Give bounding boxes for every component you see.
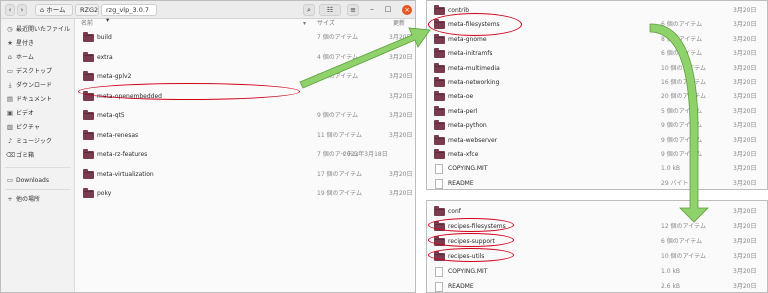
arrow-to-meta-openembedded xyxy=(299,27,431,89)
arrow-to-meta-filesystems xyxy=(649,23,709,223)
navigation-arrows xyxy=(299,23,709,223)
